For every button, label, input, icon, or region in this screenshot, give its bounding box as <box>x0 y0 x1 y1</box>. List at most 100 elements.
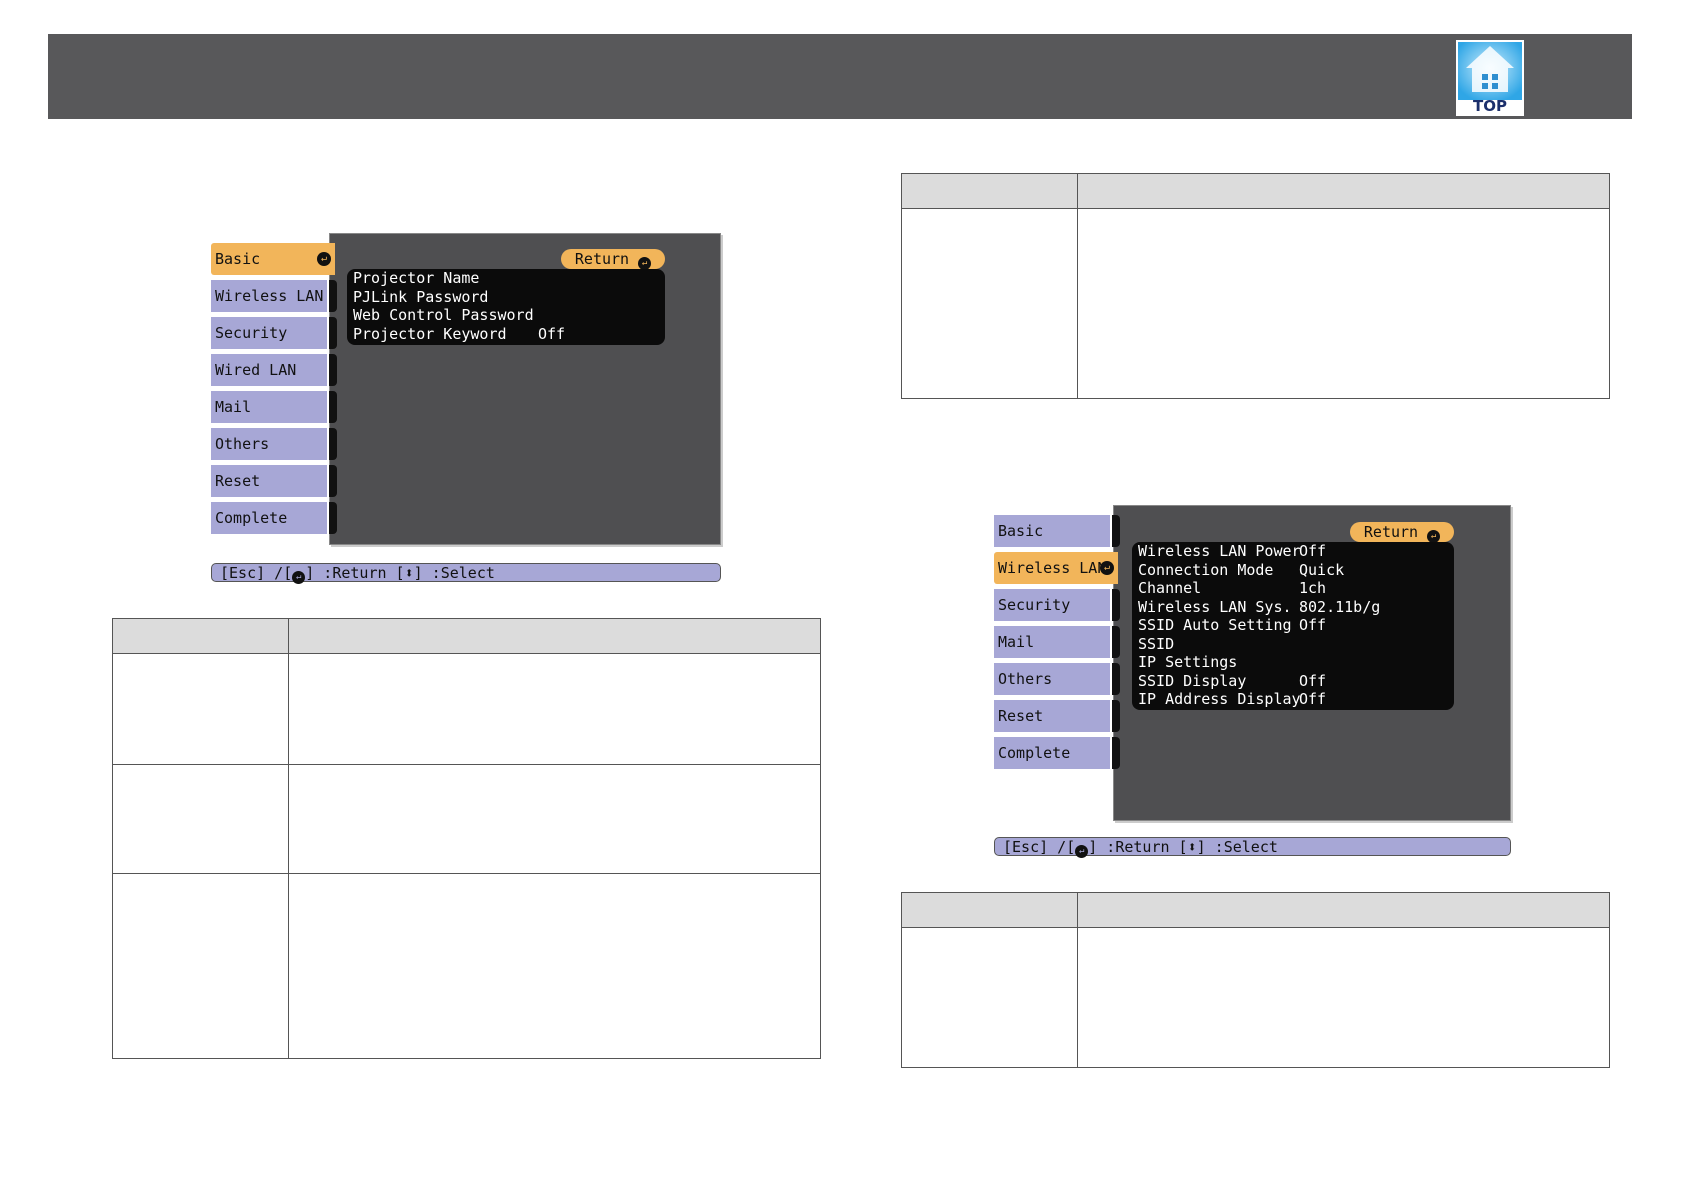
setting-row[interactable]: Wireless LAN Power Off <box>1132 542 1454 561</box>
table-cell <box>288 764 821 874</box>
tab-complete[interactable]: Complete <box>211 502 337 534</box>
table-header-cell <box>901 892 1078 928</box>
tab-label: Reset <box>998 707 1044 725</box>
tab-label: Basic <box>215 250 261 268</box>
tab-complete[interactable]: Complete <box>994 737 1120 769</box>
settings-table-right-bottom <box>901 892 1610 1068</box>
setting-key: SSID Auto Setting <box>1138 616 1292 634</box>
setting-row[interactable]: Projector Keyword Off <box>347 325 665 344</box>
table-cell <box>901 927 1078 1068</box>
setting-value: 1ch <box>1299 579 1327 597</box>
return-button[interactable]: Return ↵ <box>1350 522 1454 543</box>
setting-row[interactable]: Channel 1ch <box>1132 579 1454 598</box>
setting-value: 802.11b/g <box>1299 597 1381 616</box>
menu-status-bar: [Esc] /[↵] :Return [⬍] :Select <box>994 837 1511 858</box>
tab-label: Basic <box>998 522 1044 540</box>
top-home-link[interactable]: TOP <box>1456 40 1524 116</box>
setting-value: Off <box>1299 616 1327 634</box>
enter-icon: ↵ <box>1075 845 1089 858</box>
tab-label: Mail <box>215 398 252 416</box>
table-cell <box>112 764 289 874</box>
setting-row[interactable]: Web Control Password <box>347 306 665 325</box>
table-row <box>901 208 1610 399</box>
table-cell <box>1077 927 1610 1068</box>
setting-row[interactable]: SSID Auto Setting Off <box>1132 616 1454 635</box>
table-row <box>112 764 821 874</box>
setting-row[interactable]: IP Address Display Off <box>1132 690 1454 709</box>
setting-key: IP Settings <box>1138 653 1238 671</box>
status-select: ] :Select <box>413 564 495 582</box>
settings-list: Projector Name PJLink Password Web Contr… <box>347 269 665 345</box>
table-header-cell <box>112 618 289 654</box>
setting-key: Projector Name <box>353 269 480 287</box>
page-header-bar <box>48 34 1632 119</box>
status-esc: [Esc] /[ <box>220 564 293 582</box>
table-header-row <box>901 173 1610 209</box>
tab-reset[interactable]: Reset <box>211 465 337 497</box>
tab-label: Reset <box>215 472 261 490</box>
setting-key: Wireless LAN Power <box>1138 542 1301 560</box>
status-return: ] :Return [ <box>305 564 405 582</box>
settings-list: Wireless LAN Power Off Connection Mode Qui… <box>1132 542 1454 710</box>
table-cell <box>112 873 289 1059</box>
setting-key: Web Control Password <box>353 306 534 324</box>
enter-icon: ↵ <box>317 252 331 266</box>
settings-table-right-top <box>901 173 1610 399</box>
top-label: TOP <box>1473 97 1507 115</box>
tab-label: Wireless LAN <box>998 559 1107 577</box>
tab-others[interactable]: Others <box>211 428 337 460</box>
tab-label: Complete <box>215 509 288 527</box>
table-header-cell <box>1077 173 1610 209</box>
table-header-cell <box>1077 892 1610 928</box>
table-row <box>112 873 821 1059</box>
tab-security[interactable]: Security <box>211 317 337 349</box>
setting-row[interactable]: PJLink Password <box>347 288 665 307</box>
setting-row[interactable]: Wireless LAN Sys. 802.11b/g <box>1132 598 1454 617</box>
tab-basic[interactable]: Basic ↵ <box>211 243 335 275</box>
return-label: Return <box>574 250 630 268</box>
setting-key: Connection Mode <box>1138 560 1274 579</box>
settings-table-left <box>112 618 821 1059</box>
tab-label: Security <box>998 596 1071 614</box>
tab-basic[interactable]: Basic <box>994 515 1120 547</box>
tab-label: Complete <box>998 744 1071 762</box>
up-down-arrow-icon: ⬍ <box>1187 838 1197 856</box>
table-row <box>112 653 821 765</box>
tab-security[interactable]: Security <box>994 589 1120 621</box>
tab-mail[interactable]: Mail <box>994 626 1120 658</box>
tab-wireless-lan[interactable]: Wireless LAN <box>211 280 337 312</box>
menu-status-bar: [Esc] /[↵] :Return [⬍] :Select <box>211 563 721 584</box>
table-header-cell <box>901 173 1078 209</box>
tab-reset[interactable]: Reset <box>994 700 1120 732</box>
tab-label: Security <box>215 324 288 342</box>
setting-value: Off <box>1299 542 1327 560</box>
tab-label: Mail <box>998 633 1035 651</box>
tab-label: Wired LAN <box>215 361 297 379</box>
tab-others[interactable]: Others <box>994 663 1120 695</box>
status-select: ] :Select <box>1196 838 1278 856</box>
table-row <box>901 927 1610 1068</box>
return-button[interactable]: Return ↵ <box>561 249 665 270</box>
setting-row[interactable]: Connection Mode Quick <box>1132 561 1454 580</box>
setting-key: SSID <box>1138 634 1175 653</box>
setting-row[interactable]: Projector Name <box>347 269 665 288</box>
setting-row[interactable]: SSID <box>1132 635 1454 654</box>
setting-key: Channel <box>1138 579 1202 597</box>
tab-label: Wireless LAN <box>215 287 324 305</box>
table-cell <box>112 653 289 765</box>
home-icon <box>1458 42 1522 100</box>
setting-value: Off <box>1299 690 1327 708</box>
tab-label: Others <box>998 670 1053 688</box>
projector-menu-wireless-lan: Return ↵ Wireless LAN Power Off Connectio… <box>994 505 1514 865</box>
table-cell <box>1077 208 1610 399</box>
setting-key: Wireless LAN Sys. <box>1138 597 1292 616</box>
setting-key: IP Address Display <box>1138 690 1301 708</box>
setting-value: Quick <box>1299 560 1345 579</box>
setting-value: Off <box>538 324 566 343</box>
setting-row[interactable]: SSID Display Off <box>1132 672 1454 691</box>
setting-key: SSID Display <box>1138 671 1247 690</box>
tab-wired-lan[interactable]: Wired LAN <box>211 354 337 386</box>
tab-wireless-lan[interactable]: Wireless LAN ↵ <box>994 552 1118 584</box>
setting-row[interactable]: IP Settings <box>1132 653 1454 672</box>
tab-mail[interactable]: Mail <box>211 391 337 423</box>
